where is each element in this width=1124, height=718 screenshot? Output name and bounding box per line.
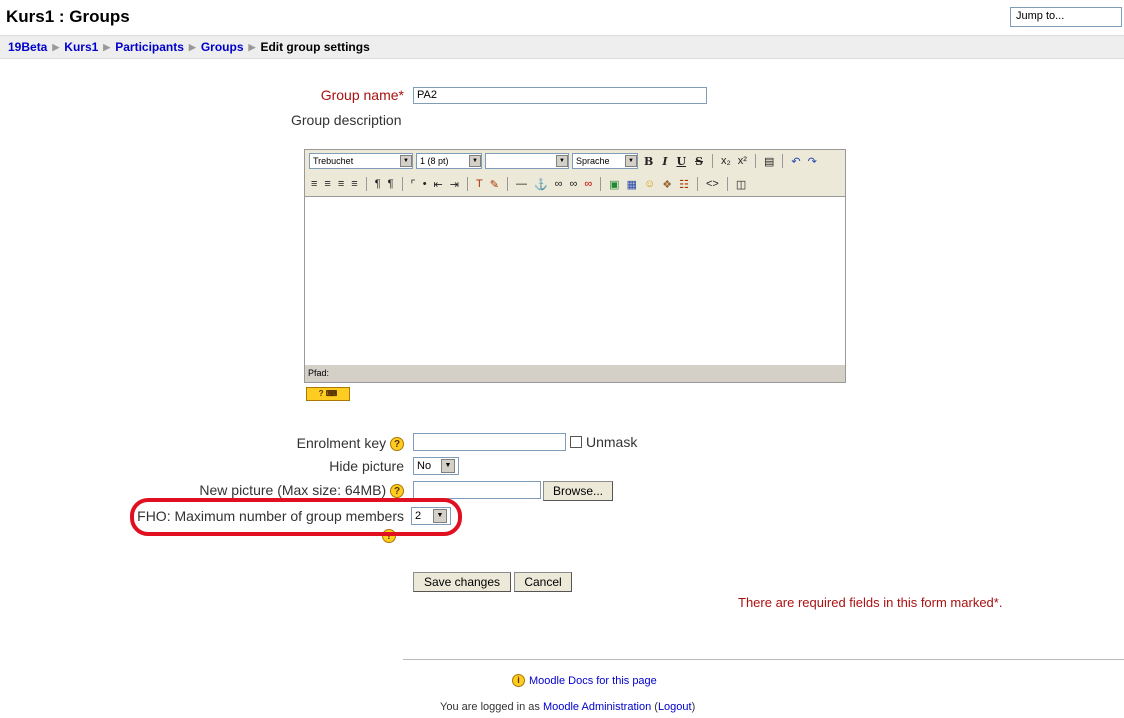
- toolbar-divider: [754, 154, 756, 168]
- browse-button[interactable]: Browse...: [543, 481, 613, 501]
- underline-icon[interactable]: U: [673, 155, 689, 168]
- breadcrumb-kurs1[interactable]: Kurs1: [64, 40, 98, 54]
- hide-picture-label: Hide picture: [329, 458, 404, 474]
- horizontal-rule-icon[interactable]: —: [514, 178, 529, 190]
- search-replace-icon[interactable]: ☷: [677, 178, 691, 191]
- special-char-icon[interactable]: ❖: [660, 178, 674, 191]
- chevron-down-icon: ▼: [556, 155, 568, 167]
- docs-link-row: i Moodle Docs for this page: [512, 674, 657, 687]
- ltr-icon[interactable]: ¶: [373, 178, 383, 190]
- moodle-docs-link[interactable]: Moodle Docs for this page: [529, 675, 657, 687]
- breadcrumb-participants[interactable]: Participants: [115, 40, 184, 54]
- align-justify-icon[interactable]: ≡: [349, 178, 359, 190]
- annotation-highlight: [130, 498, 462, 536]
- link-icon[interactable]: ∞: [553, 178, 565, 190]
- insert-table-icon[interactable]: ▦: [625, 178, 639, 191]
- cancel-button[interactable]: Cancel: [514, 572, 572, 592]
- unlink-icon[interactable]: ∞: [567, 178, 579, 190]
- enrolment-key-row-label: Enrolment key ?: [296, 435, 404, 452]
- align-right-icon[interactable]: ≡: [336, 178, 346, 190]
- font-family-select[interactable]: Trebuchet ▼: [309, 153, 413, 169]
- bold-icon[interactable]: B: [641, 155, 656, 168]
- background-color-icon[interactable]: ✎: [488, 178, 501, 191]
- rtl-icon[interactable]: ¶: [386, 178, 396, 190]
- anchor-icon[interactable]: ⚓: [532, 178, 550, 191]
- outdent-icon[interactable]: ⇤: [432, 178, 445, 191]
- new-picture-file-input[interactable]: [413, 481, 541, 499]
- login-info: You are logged in as Moodle Administrati…: [440, 701, 696, 713]
- help-icon[interactable]: ?: [390, 484, 404, 499]
- italic-icon[interactable]: I: [659, 155, 670, 168]
- group-name-input[interactable]: PA2: [413, 87, 707, 104]
- format-select[interactable]: ▼: [485, 153, 569, 169]
- paste-word-icon[interactable]: ▤: [762, 155, 776, 168]
- editor-text-area[interactable]: [305, 197, 845, 364]
- keyboard-help-icon[interactable]: ? ⌨: [306, 387, 350, 401]
- breadcrumb-separator-icon: ▶: [248, 42, 256, 52]
- undo-icon[interactable]: ↶: [789, 155, 802, 168]
- unmask-control: Unmask: [570, 434, 637, 450]
- group-name-label: Group name*: [320, 87, 404, 103]
- editor-toolbar-bottom: ≡ ≡ ≡ ≡ ¶ ¶ ⌜ • ⇤ ⇥ T ✎ — ⚓ ∞ ∞ ∞ ▣ ▦ ☺ …: [305, 172, 845, 197]
- save-changes-button[interactable]: Save changes: [413, 572, 511, 592]
- unordered-list-icon[interactable]: •: [421, 178, 429, 190]
- breadcrumb-separator-icon: ▶: [52, 42, 60, 52]
- enrolment-key-label: Enrolment key: [296, 435, 387, 451]
- insert-smiley-icon[interactable]: ☺: [642, 178, 657, 190]
- redo-icon[interactable]: ↷: [806, 155, 819, 168]
- toolbar-divider: [782, 154, 784, 168]
- toolbar-divider: [712, 154, 714, 168]
- editor-status-bar: Pfad:: [305, 365, 845, 382]
- breadcrumb-current: Edit group settings: [260, 40, 370, 54]
- toolbar-divider: [600, 177, 602, 191]
- language-select[interactable]: Sprache ▼: [572, 153, 638, 169]
- group-description-label: Group description: [291, 112, 402, 128]
- insert-image-icon[interactable]: ▣: [607, 178, 621, 191]
- chevron-down-icon: ▼: [625, 155, 637, 167]
- unmask-checkbox[interactable]: [570, 436, 582, 448]
- breadcrumb-groups[interactable]: Groups: [201, 40, 244, 54]
- breadcrumb-19beta[interactable]: 19Beta: [8, 40, 47, 54]
- toolbar-divider: [726, 177, 728, 191]
- breadcrumb-separator-icon: ▶: [103, 42, 111, 52]
- toolbar-divider: [696, 177, 698, 191]
- page-title: Kurs1 : Groups: [6, 7, 130, 26]
- toolbar-divider: [506, 177, 508, 191]
- new-picture-row-label: New picture (Max size: 64MB) ?: [199, 482, 404, 499]
- strikethrough-icon[interactable]: S: [692, 155, 706, 168]
- fullscreen-icon[interactable]: ◫: [734, 178, 748, 191]
- unmask-label: Unmask: [586, 434, 638, 450]
- font-size-select[interactable]: 1 (8 pt) ▼: [416, 153, 482, 169]
- breadcrumb-separator-icon: ▶: [188, 42, 196, 52]
- breadcrumb: 19Beta ▶ Kurs1 ▶ Participants ▶ Groups ▶ Edit gr…: [8, 40, 370, 54]
- toolbar-divider: [401, 177, 403, 191]
- text-color-icon[interactable]: T: [474, 178, 485, 190]
- align-left-icon[interactable]: ≡: [309, 178, 319, 190]
- nolink-icon[interactable]: ∞: [582, 178, 594, 190]
- toolbar-divider: [365, 177, 367, 191]
- required-fields-note: There are required fields in this form m…: [738, 595, 1003, 610]
- enrolment-key-input[interactable]: [413, 433, 566, 451]
- logout-link[interactable]: Logout: [658, 701, 692, 713]
- html-source-icon[interactable]: <>: [704, 178, 721, 190]
- ordered-list-icon[interactable]: ⌜: [409, 178, 418, 191]
- chevron-down-icon: ▼: [469, 155, 481, 167]
- chevron-down-icon: ▼: [400, 155, 412, 167]
- new-picture-label: New picture (Max size: 64MB): [199, 482, 387, 498]
- user-profile-link[interactable]: Moodle Administration: [543, 701, 651, 713]
- info-icon: i: [512, 674, 525, 687]
- jump-to-select[interactable]: Jump to...: [1010, 7, 1122, 27]
- editor-toolbar-top: Trebuchet ▼ 1 (8 pt) ▼ ▼ Sprache ▼ B I U S …: [305, 150, 845, 172]
- chevron-down-icon: ▼: [441, 459, 455, 473]
- hide-picture-select[interactable]: No ▼: [413, 457, 459, 475]
- align-center-icon[interactable]: ≡: [322, 178, 332, 190]
- footer-divider: [403, 659, 1124, 660]
- toolbar-divider: [466, 177, 468, 191]
- help-icon[interactable]: ?: [390, 437, 404, 452]
- indent-icon[interactable]: ⇥: [448, 178, 461, 191]
- subscript-icon[interactable]: x₂: [719, 155, 733, 167]
- superscript-icon[interactable]: x²: [736, 155, 749, 167]
